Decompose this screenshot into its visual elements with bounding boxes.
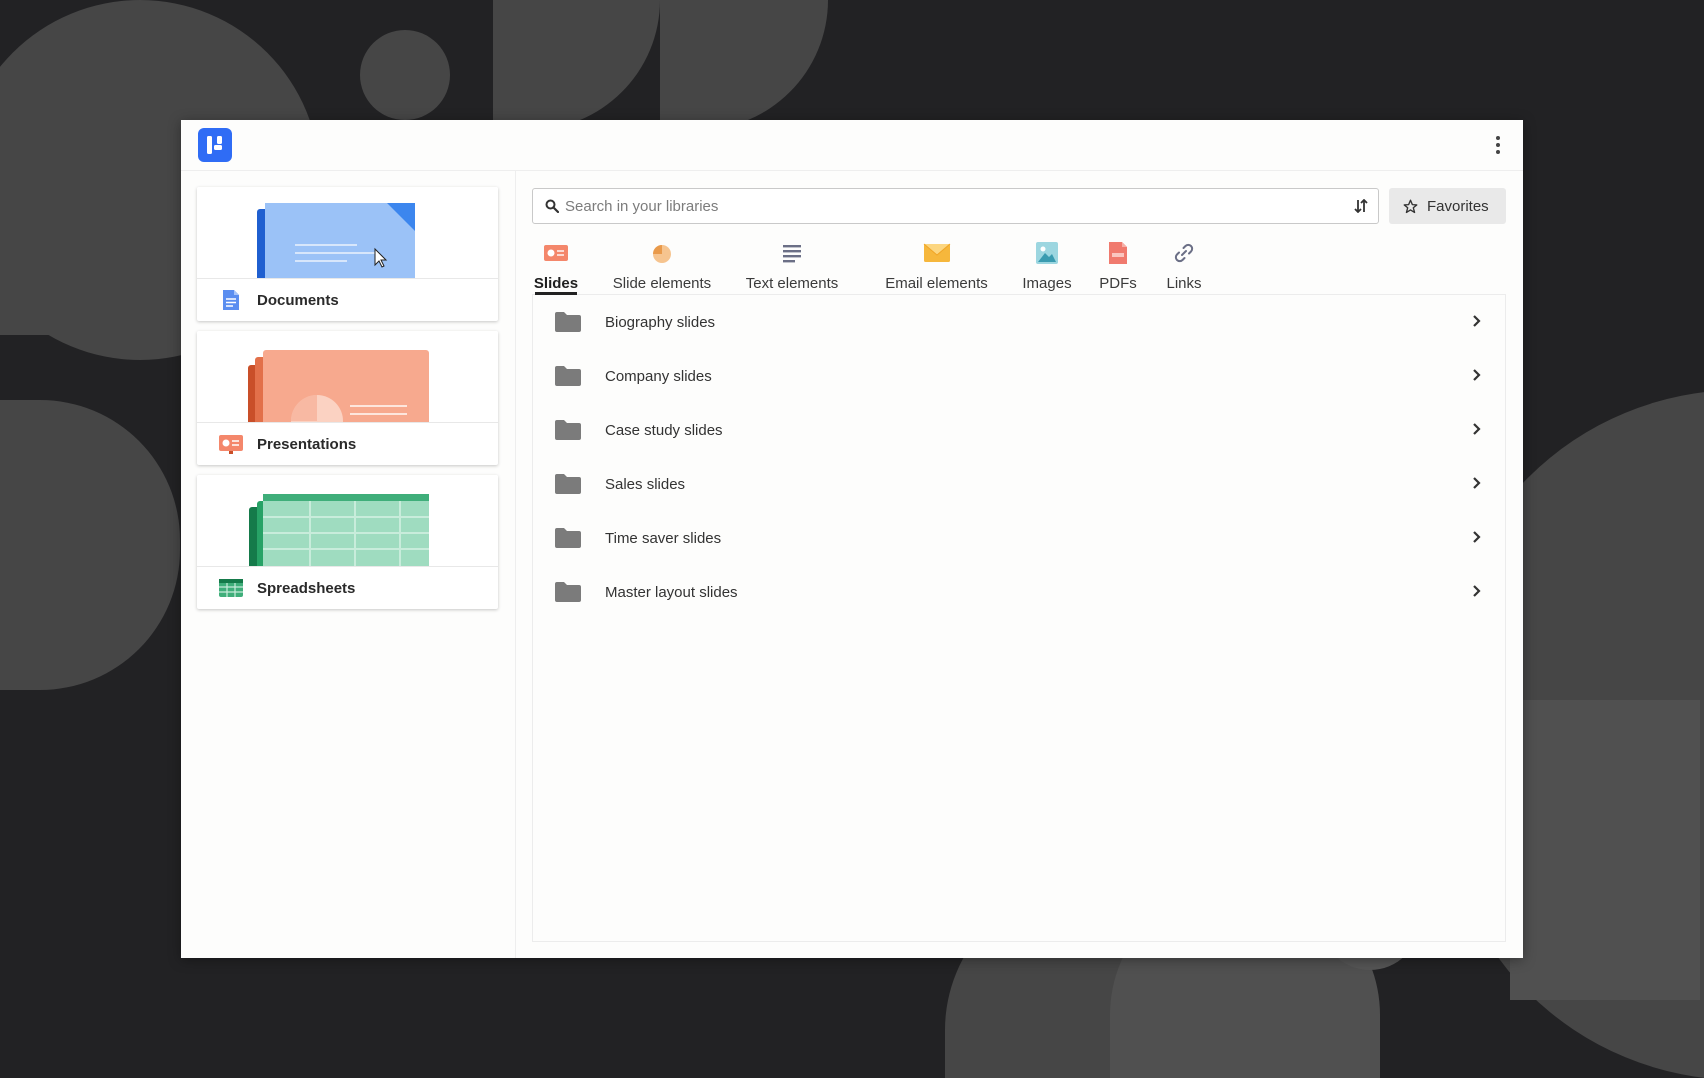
tab-email-elements[interactable]: Email elements (884, 235, 989, 294)
tab-label: Text elements (745, 275, 839, 292)
brand-logo-icon[interactable] (198, 128, 232, 162)
folder-row-time-saver[interactable]: Time saver slides (533, 511, 1505, 565)
presentations-illustration (197, 331, 498, 423)
chevron-right-icon (1471, 422, 1481, 436)
chevron-right-icon (1471, 476, 1481, 490)
content-type-tabs: Slides Slide elements Text elements Emai… (532, 235, 1506, 295)
tab-slide-elements[interactable]: Slide elements (611, 235, 713, 294)
folder-icon (554, 419, 582, 441)
folder-label: Master layout slides (605, 583, 738, 601)
favorites-button[interactable]: Favorites (1389, 188, 1506, 224)
presentations-card[interactable]: Presentations (197, 331, 498, 465)
tab-label: Slides (533, 275, 579, 292)
spreadsheet-icon (217, 574, 245, 602)
top-bar (181, 120, 1523, 171)
search-bar (532, 188, 1379, 224)
documents-card[interactable]: Documents (197, 187, 498, 321)
tab-pdfs[interactable]: PDFs (1099, 235, 1137, 294)
pdf-icon (1108, 235, 1128, 271)
folder-label: Biography slides (605, 313, 716, 331)
folder-icon (554, 311, 582, 333)
image-icon (1035, 235, 1059, 271)
chevron-right-icon (1471, 314, 1481, 328)
folder-list: Biography slides Company slides Case stu (532, 295, 1506, 942)
presentation-icon (217, 430, 245, 458)
pie-chart-icon (651, 235, 673, 271)
tab-label: Images (1022, 275, 1072, 292)
favorites-label: Favorites (1427, 197, 1489, 215)
slides-icon (543, 235, 569, 271)
folder-row-master-layout[interactable]: Master layout slides (533, 565, 1505, 619)
folder-row-biography[interactable]: Biography slides (533, 295, 1505, 349)
envelope-icon (923, 235, 951, 271)
folder-icon (554, 365, 582, 387)
folder-icon (554, 581, 582, 603)
spreadsheets-card[interactable]: Spreadsheets (197, 475, 498, 609)
folder-row-case-study[interactable]: Case study slides (533, 403, 1505, 457)
text-lines-icon (781, 235, 803, 271)
documents-label: Documents (257, 291, 339, 309)
tab-images[interactable]: Images (1022, 235, 1072, 294)
search-input[interactable] (565, 189, 1325, 223)
spreadsheets-label: Spreadsheets (257, 579, 356, 597)
folder-label: Company slides (605, 367, 712, 385)
tab-slides[interactable]: Slides (533, 235, 579, 295)
tab-label: Links (1166, 275, 1202, 292)
link-icon (1173, 235, 1195, 271)
folder-row-company[interactable]: Company slides (533, 349, 1505, 403)
tab-links[interactable]: Links (1164, 235, 1204, 294)
chevron-right-icon (1471, 368, 1481, 382)
folder-row-sales[interactable]: Sales slides (533, 457, 1505, 511)
tab-text-elements[interactable]: Text elements (745, 235, 839, 294)
chevron-right-icon (1471, 530, 1481, 544)
folder-label: Time saver slides (605, 529, 722, 547)
app-window: Documents Presentations Spreadsheets Sea… (181, 120, 1523, 958)
documents-illustration (197, 187, 498, 279)
library-browser: Favorites Slides (532, 171, 1507, 942)
tab-label: Slide elements (612, 275, 712, 292)
presentations-label: Presentations (257, 435, 357, 453)
chevron-right-icon (1471, 584, 1481, 598)
search-icon (545, 199, 560, 218)
tab-label: Email elements (885, 275, 988, 292)
sort-filter-icon[interactable] (1354, 198, 1368, 218)
library-type-sidebar: Documents Presentations Spreadsheets (181, 171, 516, 958)
folder-label: Sales slides (605, 475, 686, 493)
folder-icon (554, 473, 582, 495)
star-icon (1403, 199, 1418, 214)
tab-label: PDFs (1099, 275, 1137, 292)
document-icon (217, 286, 245, 314)
spreadsheets-illustration (197, 475, 498, 567)
folder-label: Case study slides (605, 421, 723, 439)
more-vertical-icon[interactable] (1491, 134, 1505, 156)
folder-icon (554, 527, 582, 549)
